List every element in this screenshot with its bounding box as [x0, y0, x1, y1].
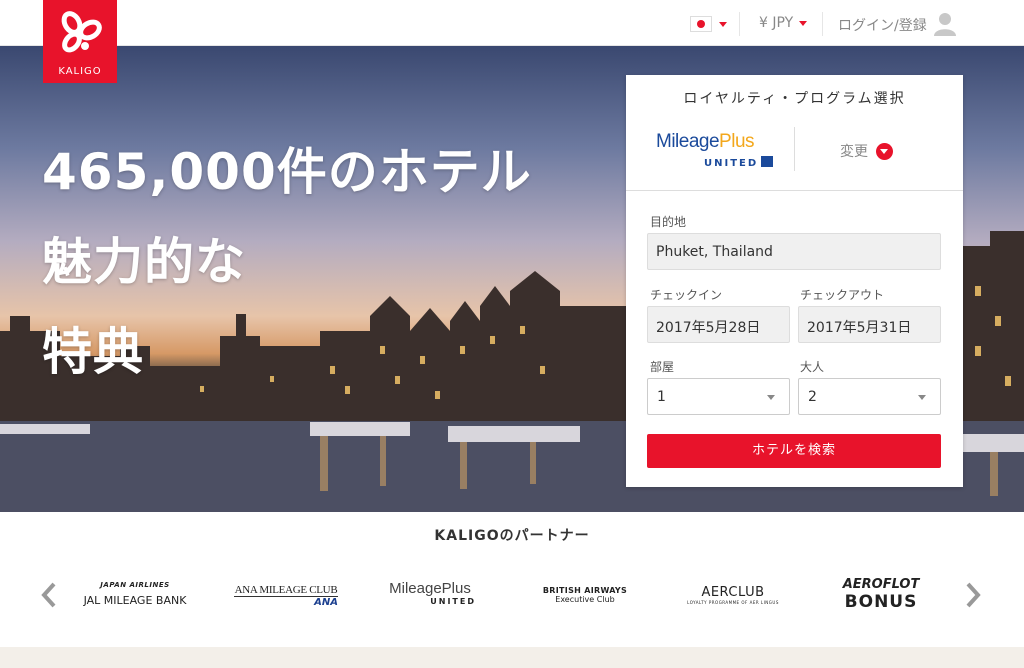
chevron-down-icon	[876, 142, 893, 160]
rooms-select[interactable]: 1	[647, 378, 790, 415]
hero-title-line-1: 465,000件のホテル	[42, 143, 532, 201]
carousel-next-icon[interactable]	[964, 582, 982, 608]
rooms-label: 部屋	[650, 360, 675, 374]
adults-label: 大人	[800, 360, 825, 374]
hero-title-line-2: 魅力的な	[42, 233, 246, 291]
aeroflot-logo-bottom: BONUS	[844, 592, 918, 612]
checkout-label: チェックアウト	[800, 288, 885, 302]
currency-selector[interactable]: ¥ JPY	[759, 15, 808, 31]
ana-logo-bottom: ANA	[314, 597, 338, 608]
search-hotels-button[interactable]: ホテルを検索	[647, 434, 941, 468]
change-program-button[interactable]: 変更	[840, 141, 893, 161]
checkin-label: チェックイン	[650, 288, 723, 302]
mileageplus-logo-part2: Plus	[719, 131, 755, 152]
checkin-date-field[interactable]: 2017年5月28日	[647, 306, 790, 343]
partner-ana[interactable]: ANA MILEAGE CLUB ANA	[234, 584, 338, 608]
mileageplus-logo-part1: Mileage	[656, 131, 720, 152]
aeroflot-logo-top: AEROFLOT	[842, 577, 920, 592]
checkout-date-field[interactable]: 2017年5月31日	[798, 306, 941, 343]
aerclub-logo-top: AERCLUB	[701, 585, 765, 600]
adults-select[interactable]: 2	[798, 378, 941, 415]
rooms-value: 1	[657, 389, 666, 405]
login-link[interactable]: ログイン/登録	[838, 15, 927, 35]
destination-label: 目的地	[650, 215, 687, 229]
ana-logo-top: ANA MILEAGE CLUB	[234, 584, 338, 597]
mileageplus-partner-bottom: UNITED	[430, 597, 476, 606]
chevron-down-icon	[719, 21, 727, 27]
partners-title: KALIGOのパートナー	[434, 528, 590, 544]
divider	[794, 127, 795, 171]
loyalty-program-title: ロイヤルティ・プログラム選択	[683, 91, 906, 107]
chevron-down-icon	[918, 395, 926, 400]
kaligo-logo[interactable]: KALIGO	[43, 0, 117, 83]
jal-logo-top: JAPAN AIRLINES	[100, 581, 170, 589]
aerclub-logo-bottom: LOYALTY PROGRAMME OF AER LINGUS	[687, 600, 779, 605]
destination-input[interactable]: Phuket, Thailand	[647, 233, 941, 270]
loyalty-program-selector: MileagePlus UNITED 変更	[626, 121, 963, 191]
chevron-down-icon	[799, 20, 808, 26]
logo-text: KALIGO	[58, 66, 102, 77]
top-bar: ¥ JPY ログイン/登録	[0, 0, 1024, 46]
partner-aeroflot[interactable]: AEROFLOT BONUS	[826, 577, 936, 612]
ba-logo-top: BRITISH AIRWAYS	[542, 586, 628, 595]
partner-british-airways[interactable]: BRITISH AIRWAYS Executive Club	[528, 586, 642, 604]
jal-logo-bottom: JAL MILEAGE BANK	[83, 594, 187, 607]
change-label: 変更	[840, 144, 868, 160]
chevron-down-icon	[767, 395, 775, 400]
partner-mileageplus[interactable]: MileagePlus UNITED	[378, 580, 482, 606]
united-globe-icon	[761, 156, 774, 167]
kaligo-flower-icon	[61, 11, 102, 53]
hotel-search-card: ロイヤルティ・プログラム選択 MileagePlus UNITED 変更 目的地…	[626, 75, 963, 487]
partner-jal[interactable]: JAPAN AIRLINES JAL MILEAGE BANK	[80, 581, 190, 607]
jp-flag-icon	[690, 16, 712, 32]
divider	[739, 12, 740, 36]
ba-logo-bottom: Executive Club	[555, 595, 615, 604]
mileageplus-partner-top: MileagePlus	[389, 580, 471, 597]
carousel-prev-icon[interactable]	[40, 582, 58, 608]
footer-band	[0, 647, 1024, 668]
united-logo-text: UNITED	[704, 158, 759, 169]
language-selector[interactable]	[690, 13, 736, 35]
adults-value: 2	[808, 389, 817, 405]
currency-label: ¥ JPY	[759, 15, 794, 31]
hero-title-line-3: 特典	[42, 323, 144, 381]
user-icon[interactable]	[934, 12, 956, 36]
partner-aerclub[interactable]: AERCLUB LOYALTY PROGRAMME OF AER LINGUS	[676, 585, 790, 605]
mileageplus-logo: MileagePlus UNITED	[656, 131, 774, 169]
divider	[822, 12, 823, 36]
